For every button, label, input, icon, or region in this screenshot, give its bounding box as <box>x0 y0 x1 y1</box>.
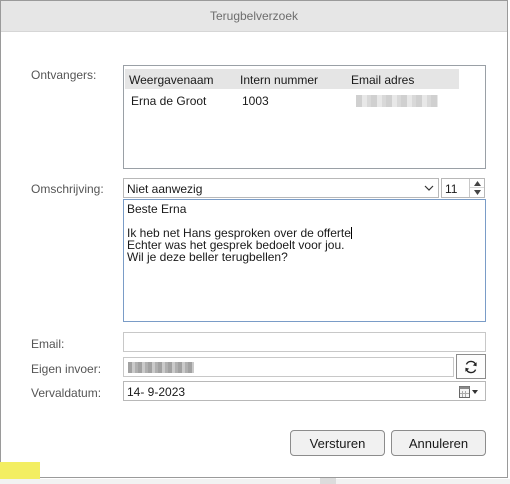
column-header-email[interactable]: Email adres <box>351 73 414 87</box>
background-strip <box>0 479 510 484</box>
chevron-down-icon[interactable] <box>424 181 434 195</box>
refresh-icon <box>465 360 477 373</box>
own-input-redacted <box>128 362 194 373</box>
font-size-value[interactable]: 11 <box>445 182 457 196</box>
send-button[interactable]: Versturen <box>290 430 385 456</box>
own-input-label: Eigen invoer: <box>31 362 102 376</box>
calendar-icon[interactable] <box>459 385 479 399</box>
email-label: Email: <box>31 337 65 351</box>
due-date-picker[interactable]: 14- 9-2023 <box>123 381 486 401</box>
stepper-buttons <box>469 179 484 197</box>
spin-down-button[interactable] <box>470 188 484 197</box>
description-selected-value: Niet aanwezig <box>127 182 203 196</box>
recipient-email-redacted <box>356 95 438 107</box>
column-header-internal-number[interactable]: Intern nummer <box>240 73 318 87</box>
message-line-5: Wil je deze beller terugbellen? <box>127 250 288 264</box>
message-textarea[interactable]: Beste Erna Ik heb net Hans gesproken ove… <box>123 199 486 322</box>
description-label: Omschrijving: <box>31 182 104 196</box>
triangle-up-icon <box>473 180 481 186</box>
title-bar[interactable]: Terugbelverzoek <box>1 1 507 32</box>
font-size-stepper[interactable]: 11 <box>441 178 485 198</box>
text-caret <box>350 227 352 239</box>
due-date-label: Vervaldatum: <box>31 386 102 400</box>
description-select[interactable]: Niet aanwezig <box>123 178 439 198</box>
message-line-1: Beste Erna <box>127 202 187 216</box>
triangle-down-icon <box>473 190 481 195</box>
refresh-button[interactable] <box>456 354 486 379</box>
recipients-header: Weergavenaam Intern nummer Email adres <box>125 69 459 89</box>
column-header-display-name[interactable]: Weergavenaam <box>129 73 214 87</box>
cancel-button[interactable]: Annuleren <box>391 430 486 456</box>
own-input-field[interactable] <box>123 357 454 377</box>
due-date-value[interactable]: 14- 9-2023 <box>127 385 185 399</box>
callback-dialog: Terugbelverzoek Ontvangers: Weergavenaam… <box>0 0 508 478</box>
recipient-name: Erna de Groot <box>131 94 207 108</box>
email-field[interactable] <box>123 332 486 352</box>
spin-up-button[interactable] <box>470 179 484 188</box>
window-title: Terugbelverzoek <box>209 9 299 23</box>
recipients-list[interactable]: Weergavenaam Intern nummer Email adres E… <box>123 65 486 169</box>
recipient-number: 1003 <box>242 94 269 108</box>
background-tab <box>320 478 336 484</box>
recipients-label: Ontvangers: <box>31 68 97 82</box>
